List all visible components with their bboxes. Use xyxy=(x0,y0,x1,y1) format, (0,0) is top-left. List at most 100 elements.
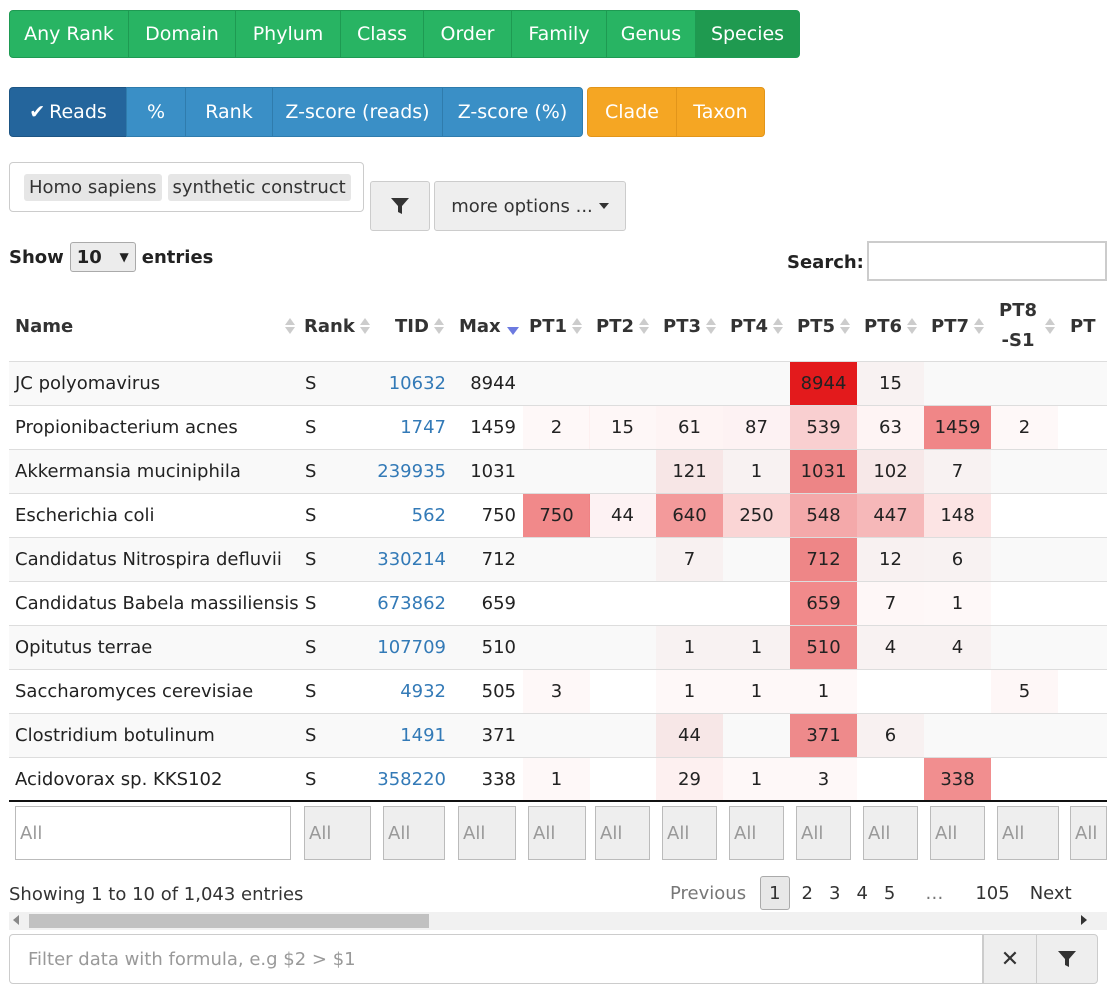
column-filter-input[interactable]: All xyxy=(304,806,371,860)
sample-value-cell xyxy=(924,362,991,405)
metric-rank-button[interactable]: Rank xyxy=(185,87,273,137)
tid-link[interactable]: 1491 xyxy=(365,714,452,757)
tid-link[interactable]: 239935 xyxy=(365,450,452,493)
tag-synthetic-construct[interactable]: synthetic construct xyxy=(167,173,351,201)
tid-link[interactable]: 4932 xyxy=(365,670,452,713)
rank-domain-button[interactable]: Domain xyxy=(128,10,236,58)
rank-class-button[interactable]: Class xyxy=(340,10,424,58)
pagination-previous[interactable]: Previous xyxy=(660,877,756,909)
scroll-right-icon[interactable] xyxy=(1081,915,1087,925)
tid-link[interactable]: 562 xyxy=(365,494,452,537)
table-row[interactable]: Escherichia coli S 562 750 750 44 640 250 548 447… xyxy=(9,493,1107,537)
sort-desc-icon xyxy=(506,327,519,335)
sample-value-cell xyxy=(656,582,723,625)
column-filter-input[interactable]: All xyxy=(662,806,717,860)
column-header-pt4[interactable]: PT4 xyxy=(730,296,790,356)
column-header-pt8-s1[interactable]: PT8-S1 xyxy=(996,296,1058,356)
column-header-pt3[interactable]: PT3 xyxy=(663,296,723,356)
pagination-page[interactable]: 4 xyxy=(848,877,875,909)
rank-any-button[interactable]: Any Rank xyxy=(9,10,129,58)
header-label: PT3 xyxy=(663,315,701,337)
metric-reads-button[interactable]: ✔ Reads xyxy=(9,87,127,137)
tag-homo-sapiens[interactable]: Homo sapiens xyxy=(24,173,162,201)
sample-value-cell: 8944 xyxy=(790,362,857,405)
column-filter-input[interactable]: All xyxy=(383,806,445,860)
column-header-pt5[interactable]: PT5 xyxy=(797,296,857,356)
pagination-page[interactable]: 105 xyxy=(965,877,1019,909)
table-row[interactable]: Propionibacterium acnes S 1747 1459 2 15 61 87 5… xyxy=(9,405,1107,449)
column-filter-input[interactable]: All xyxy=(729,806,784,860)
column-filter-input[interactable]: All xyxy=(15,806,291,860)
sort-icon xyxy=(359,316,370,336)
rank-genus-button[interactable]: Genus xyxy=(606,10,696,58)
rank-order-button[interactable]: Order xyxy=(423,10,512,58)
column-header-pt2[interactable]: PT2 xyxy=(596,296,656,356)
horizontal-scrollbar[interactable] xyxy=(9,912,1107,930)
pagination-next[interactable]: Next xyxy=(1020,877,1082,909)
column-filter-input[interactable]: All xyxy=(1070,806,1107,860)
column-filter-input[interactable]: All xyxy=(595,806,650,860)
pagination: Previous 1 2 3 4 5 … 105 Next xyxy=(660,876,1082,910)
column-filter-input[interactable]: All xyxy=(458,806,516,860)
page-length-select[interactable]: 10 ▼ xyxy=(69,242,136,272)
tid-link[interactable]: 358220 xyxy=(365,758,452,801)
column-header-pt7[interactable]: PT7 xyxy=(931,296,991,356)
table-row[interactable]: Akkermansia muciniphila S 239935 1031 121 1 10… xyxy=(9,449,1107,493)
pagination-page[interactable]: 5 xyxy=(876,877,903,909)
tid-link[interactable]: 673862 xyxy=(365,582,452,625)
filter-button[interactable] xyxy=(370,181,430,231)
formula-filter-input[interactable]: Filter data with formula, e.g $2 > $1 xyxy=(9,934,983,984)
table-row[interactable]: Saccharomyces cerevisiae S 4932 505 3 1 1 1 5 xyxy=(9,669,1107,713)
table-row[interactable]: Clostridium botulinum S 1491 371 44 371 6 xyxy=(9,713,1107,757)
rank-species-button[interactable]: Species xyxy=(695,10,800,58)
max-cell: 371 xyxy=(481,725,516,746)
pagination-page[interactable]: 2 xyxy=(794,877,821,909)
column-header-rank[interactable]: Rank xyxy=(304,296,374,356)
table-row[interactable]: Candidatus Nitrospira defluvii S 330214 712… xyxy=(9,537,1107,581)
table-row[interactable]: JC polyomavirus S 10632 8944 8944 15 xyxy=(9,361,1107,405)
pagination-page[interactable]: 1 xyxy=(760,876,790,910)
table-row[interactable]: Opitutus terrae S 107709 510 1 1 510 4 4 xyxy=(9,625,1107,669)
tid-link[interactable]: 107709 xyxy=(365,626,452,669)
scrollbar-thumb[interactable] xyxy=(29,914,429,928)
rank-cell: S xyxy=(305,637,317,658)
column-header-pt1[interactable]: PT1 xyxy=(529,296,589,356)
table-row[interactable]: Acidovorax sp. KKS102 S 358220 338 1 29 1 3 338 xyxy=(9,757,1107,801)
rank-family-button[interactable]: Family xyxy=(511,10,607,58)
more-options-dropdown[interactable]: more options ... xyxy=(434,181,626,231)
header-label: PT2 xyxy=(596,315,634,337)
column-header-pt6[interactable]: PT6 xyxy=(864,296,924,356)
column-filter-input[interactable]: All xyxy=(997,806,1059,860)
table-row[interactable]: Candidatus Babela massiliensis S 673862 659… xyxy=(9,581,1107,625)
metric-percent-button[interactable]: % xyxy=(126,87,186,137)
column-header-pt-next[interactable]: PT xyxy=(1070,296,1107,356)
apply-formula-button[interactable] xyxy=(1036,934,1098,984)
scroll-left-icon[interactable] xyxy=(13,915,19,925)
max-cell: 712 xyxy=(481,549,516,570)
column-filter-input[interactable]: All xyxy=(528,806,586,860)
pagination-page[interactable]: 3 xyxy=(821,877,848,909)
clear-formula-button[interactable]: ✕ xyxy=(983,934,1037,984)
column-filter-input[interactable]: All xyxy=(863,806,918,860)
sample-value-cell: 44 xyxy=(589,494,656,537)
tid-link[interactable]: 330214 xyxy=(365,538,452,581)
column-filter-input[interactable]: All xyxy=(930,806,985,860)
max-cell: 8944 xyxy=(470,373,516,394)
column-header-name[interactable]: Name xyxy=(15,296,295,356)
tid-link[interactable]: 1747 xyxy=(365,406,452,449)
sample-value-cell xyxy=(991,714,1058,757)
metric-zscore-percent-button[interactable]: Z-score (%) xyxy=(442,87,583,137)
column-header-max[interactable]: Max xyxy=(459,296,519,356)
sample-value-cell: 15 xyxy=(589,406,656,449)
clade-button[interactable]: Clade xyxy=(587,87,677,137)
column-filter-input[interactable]: All xyxy=(796,806,851,860)
taxon-button[interactable]: Taxon xyxy=(676,87,765,137)
exclude-taxa-tag-input[interactable]: Homo sapiens synthetic construct xyxy=(9,162,364,212)
taxon-name-cell: Clostridium botulinum xyxy=(15,725,215,746)
sort-icon xyxy=(572,316,582,336)
column-header-tid[interactable]: TID xyxy=(395,296,455,356)
tid-link[interactable]: 10632 xyxy=(365,362,452,405)
search-input[interactable] xyxy=(867,241,1107,281)
rank-phylum-button[interactable]: Phylum xyxy=(235,10,341,58)
metric-zscore-reads-button[interactable]: Z-score (reads) xyxy=(272,87,443,137)
